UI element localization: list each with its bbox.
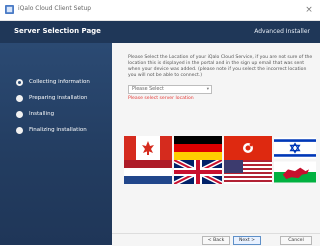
- step-item: Preparing installation: [16, 90, 90, 106]
- back-button[interactable]: < Back: [202, 236, 230, 245]
- step-indicator-icon: [16, 94, 23, 102]
- app-icon: [5, 5, 14, 14]
- israel-flag-icon[interactable]: [274, 136, 316, 160]
- united-kingdom-flag-icon[interactable]: [174, 160, 222, 184]
- page-title: Server Selection Page: [14, 27, 101, 35]
- header-right-text: Advanced Installer: [254, 28, 310, 35]
- step-indicator-icon: [16, 110, 23, 118]
- wales-flag-icon[interactable]: [274, 160, 316, 184]
- step-label: Finalizing installation: [29, 127, 87, 133]
- close-icon[interactable]: ×: [298, 0, 320, 20]
- step-label: Preparing installation: [29, 95, 88, 101]
- page-header: Server Selection Page Advanced Installer: [0, 21, 320, 43]
- window-title: iQalo Cloud Client Setup: [18, 5, 92, 12]
- united-states-flag-icon[interactable]: [224, 160, 272, 184]
- germany-flag-icon[interactable]: [174, 136, 222, 160]
- location-select-value: Please Select: [132, 87, 164, 92]
- step-label: Installing: [29, 111, 55, 117]
- step-item: Collecting information: [16, 74, 90, 90]
- sidebar: Collecting information Preparing install…: [0, 43, 112, 245]
- step-indicator-icon: [16, 78, 23, 86]
- step-item: Installing: [16, 106, 90, 122]
- installer-window: iQalo Cloud Client Setup × Server Select…: [0, 0, 320, 246]
- chevron-down-icon: ▾: [206, 87, 209, 92]
- step-list: Collecting information Preparing install…: [16, 74, 90, 138]
- error-message: Please select server location: [128, 96, 194, 101]
- step-item: Finalizing installation: [16, 122, 90, 138]
- step-indicator-icon: [16, 126, 23, 134]
- flag-grid: [120, 136, 316, 184]
- next-button[interactable]: Next >: [233, 236, 261, 245]
- content-panel: Please Select the Location of your iQalo…: [112, 43, 320, 245]
- location-select[interactable]: Please Select ▾: [128, 85, 212, 94]
- cancel-button[interactable]: Cancel: [280, 236, 312, 245]
- hong-kong-flag-icon[interactable]: [224, 136, 272, 160]
- instructions-text: Please Select the Location of your iQalo…: [128, 55, 313, 78]
- netherlands-flag-icon[interactable]: [124, 160, 172, 184]
- step-label: Collecting information: [29, 79, 90, 85]
- footer-bar: < Back Next > Cancel: [112, 233, 320, 246]
- title-bar: iQalo Cloud Client Setup ×: [0, 0, 320, 21]
- canada-flag-icon[interactable]: [124, 136, 172, 160]
